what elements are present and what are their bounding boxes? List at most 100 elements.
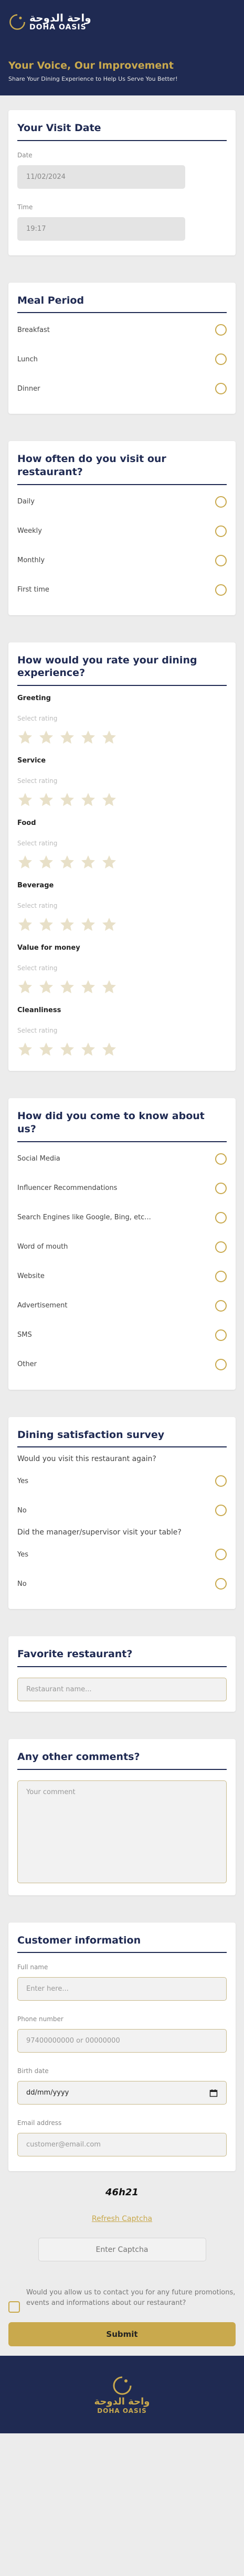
option-daily[interactable]: Daily [17, 487, 227, 517]
option-label: Weekly [17, 527, 42, 535]
option-label: No [17, 1506, 27, 1515]
option-dinner[interactable]: Dinner [17, 374, 227, 403]
restaurant-name-input[interactable] [17, 1677, 227, 1701]
radio-button[interactable] [215, 324, 227, 336]
radio-button[interactable] [215, 1211, 227, 1223]
calendar-icon[interactable] [209, 2089, 218, 2097]
captcha-input[interactable] [38, 2238, 206, 2262]
star-icon[interactable] [59, 854, 75, 870]
star-icon[interactable] [38, 917, 54, 932]
star-icon[interactable] [101, 917, 117, 932]
star-icon[interactable] [17, 917, 33, 932]
radio-button[interactable] [215, 1153, 227, 1165]
radio-button[interactable] [215, 353, 227, 366]
star-icon[interactable] [101, 1042, 117, 1057]
time-field[interactable] [17, 217, 185, 241]
option-label: SMS [17, 1331, 32, 1339]
radio-button[interactable] [215, 1578, 227, 1590]
logo-arabic-text: واحة الدوحة [29, 12, 91, 25]
radio-button[interactable] [215, 1549, 227, 1561]
frequency-title: How often do you visit our restaurant? [17, 453, 227, 485]
star-icon[interactable] [101, 729, 117, 745]
star-icon[interactable] [59, 917, 75, 932]
star-icon[interactable] [80, 979, 96, 995]
comment-textarea[interactable] [17, 1780, 227, 1883]
star-icon[interactable] [38, 792, 54, 808]
radio-button[interactable] [215, 554, 227, 566]
birth-date-input[interactable]: dd/mm/yyyy [17, 2081, 227, 2105]
star-icon[interactable] [59, 729, 75, 745]
option-sms[interactable]: SMS [17, 1321, 227, 1350]
radio-button[interactable] [215, 525, 227, 537]
radio-button[interactable] [215, 1300, 227, 1312]
radio-button[interactable] [215, 1358, 227, 1370]
star-rating[interactable] [17, 792, 227, 808]
rating-hint: Select rating [17, 964, 58, 972]
star-icon[interactable] [17, 854, 33, 870]
option-first-time[interactable]: First time [17, 575, 227, 605]
star-icon[interactable] [59, 979, 75, 995]
revisit-yes[interactable]: Yes [17, 1466, 227, 1496]
radio-button[interactable] [215, 584, 227, 596]
star-icon[interactable] [38, 729, 54, 745]
option-weekly[interactable]: Weekly [17, 517, 227, 546]
star-icon[interactable] [17, 792, 33, 808]
star-icon[interactable] [80, 729, 96, 745]
submit-button[interactable]: Submit [8, 2322, 236, 2347]
email-input[interactable] [17, 2133, 227, 2157]
option-word-of-mouth[interactable]: Word of mouth [17, 1232, 227, 1262]
star-rating[interactable] [17, 729, 227, 745]
star-icon[interactable] [101, 979, 117, 995]
date-field[interactable] [17, 165, 185, 189]
option-social-media[interactable]: Social Media [17, 1144, 227, 1174]
radio-button[interactable] [215, 1241, 227, 1253]
option-lunch[interactable]: Lunch [17, 345, 227, 374]
star-icon[interactable] [17, 729, 33, 745]
option-label: Monthly [17, 556, 45, 565]
star-icon[interactable] [101, 792, 117, 808]
star-icon[interactable] [80, 854, 96, 870]
star-icon[interactable] [38, 979, 54, 995]
option-advertisement[interactable]: Advertisement [17, 1291, 227, 1321]
radio-button[interactable] [215, 1329, 227, 1341]
star-rating[interactable] [17, 979, 227, 995]
full-name-input[interactable] [17, 1977, 227, 2001]
star-icon[interactable] [17, 1042, 33, 1057]
star-rating[interactable] [17, 917, 227, 932]
option-search-engines[interactable]: Search Engines like Google, Bing, etc... [17, 1203, 227, 1232]
phone-input[interactable] [17, 2029, 227, 2053]
radio-button[interactable] [215, 496, 227, 508]
option-influencer[interactable]: Influencer Recommendations [17, 1174, 227, 1203]
radio-button[interactable] [215, 1505, 227, 1517]
star-icon[interactable] [38, 854, 54, 870]
star-icon[interactable] [80, 792, 96, 808]
star-rating[interactable] [17, 1042, 227, 1057]
radio-button[interactable] [215, 1270, 227, 1282]
refresh-captcha-link[interactable]: Refresh Captcha [0, 2215, 244, 2223]
star-icon[interactable] [80, 1042, 96, 1057]
consent-checkbox[interactable] [8, 2301, 20, 2313]
satisfaction-survey-card: Dining satisfaction survey Would you vis… [8, 1416, 236, 1609]
rating-category-label: Cleanliness [17, 1006, 61, 1015]
radio-button[interactable] [215, 1475, 227, 1487]
star-rating[interactable] [17, 854, 227, 870]
option-breakfast[interactable]: Breakfast [17, 315, 227, 345]
option-label: Dinner [17, 384, 40, 393]
star-icon[interactable] [59, 1042, 75, 1057]
radio-button[interactable] [215, 1182, 227, 1194]
manager-visit-yes[interactable]: Yes [17, 1540, 227, 1569]
star-icon[interactable] [101, 854, 117, 870]
option-other[interactable]: Other [17, 1350, 227, 1379]
option-website[interactable]: Website [17, 1262, 227, 1291]
revisit-no[interactable]: No [17, 1496, 227, 1525]
option-monthly[interactable]: Monthly [17, 546, 227, 575]
star-icon[interactable] [38, 1042, 54, 1057]
star-icon[interactable] [59, 792, 75, 808]
manager-visit-no[interactable]: No [17, 1569, 227, 1598]
oasis-logo-icon [113, 2376, 131, 2395]
option-label: Yes [17, 1477, 28, 1485]
star-icon[interactable] [17, 979, 33, 995]
radio-button[interactable] [215, 383, 227, 395]
option-label: Word of mouth [17, 1243, 68, 1251]
star-icon[interactable] [80, 917, 96, 932]
